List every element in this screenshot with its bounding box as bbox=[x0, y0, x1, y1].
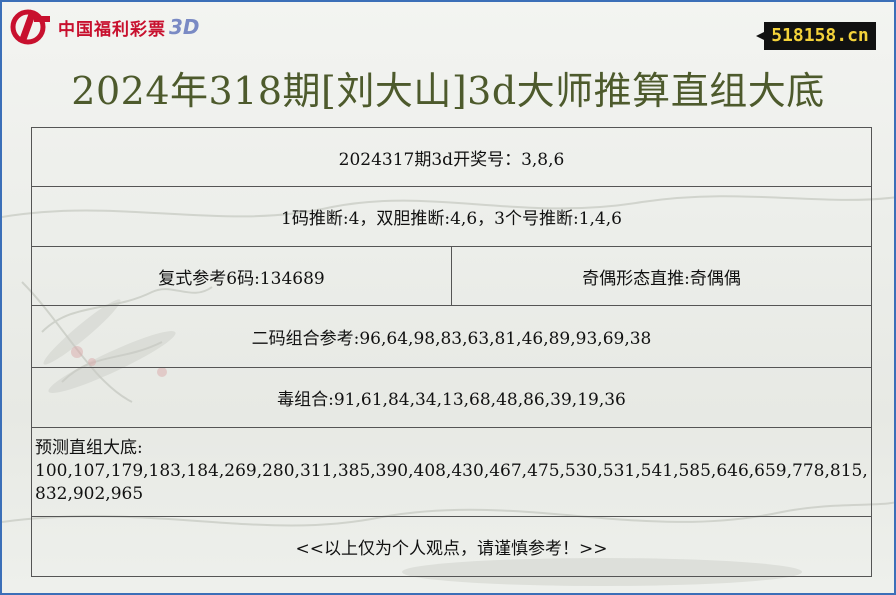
prediction-label: 预测直组大底: bbox=[35, 438, 143, 459]
site-badge[interactable]: 518158.cn bbox=[756, 22, 876, 50]
draw-result-cell: 2024317期3d开奖号：3,8,6 bbox=[31, 126, 872, 188]
logo-3d-mark: 3D bbox=[169, 15, 200, 39]
page-frame: 中国福利彩票 3D 518158.cn 2024年318期[刘大山]3d大师推算… bbox=[0, 0, 896, 595]
prediction-list: 100,107,179,183,184,269,280,311,385,390,… bbox=[35, 461, 868, 505]
lottery-logo: 中国福利彩票 3D bbox=[10, 8, 200, 46]
prediction-cell: 预测直组大底: 100,107,179,183,184,269,280,311,… bbox=[31, 426, 872, 517]
two-code-combo-cell: 二码组合参考:96,64,98,83,63,81,46,89,93,69,38 bbox=[31, 305, 872, 368]
code-analysis-cell: 1码推断:4，双胆推断:4,6，3个号推断:1,4,6 bbox=[31, 186, 872, 248]
poison-combo-cell: 毒组合:91,61,84,34,13,68,48,86,39,19,36 bbox=[31, 366, 872, 428]
disclaimer-cell: <<以上仅为个人观点，请谨慎参考！>> bbox=[31, 515, 872, 578]
prediction-table: 2024317期3d开奖号：3,8,6 1码推断:4，双胆推断:4,6，3个号推… bbox=[31, 126, 872, 578]
welfare-lottery-logo-icon bbox=[10, 9, 50, 45]
odd-even-cell: 奇偶形态直推:奇偶偶 bbox=[451, 246, 872, 307]
compound-reference-cell: 复式参考6码:134689 bbox=[31, 246, 452, 307]
page-title: 2024年318期[刘大山]3d大师推算直组大底 bbox=[71, 69, 825, 113]
logo-text: 中国福利彩票 bbox=[58, 19, 166, 40]
